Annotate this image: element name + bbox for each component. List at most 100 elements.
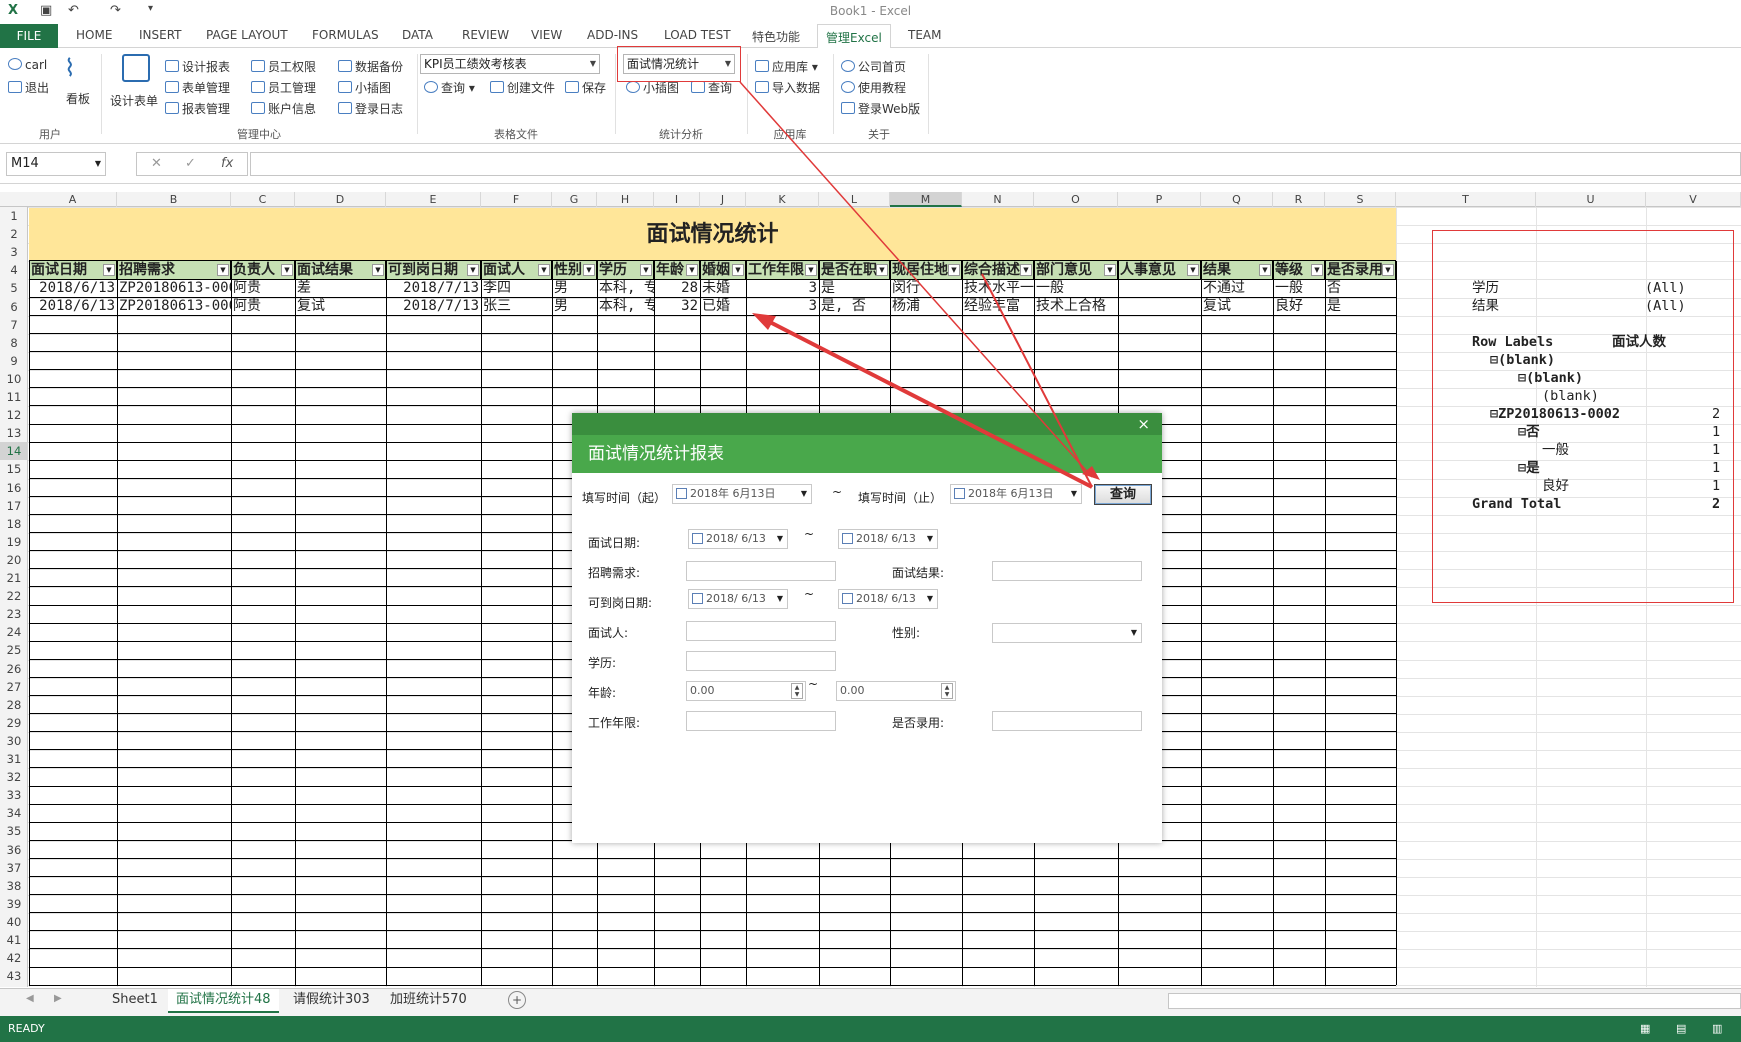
- table-cell[interactable]: 是, 否: [819, 297, 890, 315]
- column-header[interactable]: D: [295, 192, 386, 207]
- table-header-cell[interactable]: 招聘需求 ▼: [117, 261, 231, 279]
- row-header[interactable]: 4: [0, 261, 28, 279]
- row-header[interactable]: 17: [0, 497, 28, 515]
- table-cell[interactable]: 已婚: [700, 297, 746, 315]
- table-header-cell[interactable]: 面试日期 ▼: [29, 261, 117, 279]
- table-header-cell[interactable]: 可到岗日期 ▼: [386, 261, 481, 279]
- filter-dropdown-icon[interactable]: ▼: [640, 264, 652, 276]
- column-header[interactable]: I: [654, 192, 700, 207]
- column-header[interactable]: R: [1273, 192, 1325, 207]
- page-break-view-icon[interactable]: ▥: [1712, 1016, 1722, 1042]
- filter-dropdown-icon[interactable]: ▼: [538, 264, 550, 276]
- pivot-cell[interactable]: 结果: [1472, 297, 1499, 315]
- hired-input[interactable]: [992, 711, 1142, 731]
- company-home-button[interactable]: 公司首页: [841, 58, 906, 75]
- checkbox-icon[interactable]: [954, 488, 965, 499]
- row-header[interactable]: 29: [0, 714, 28, 732]
- user-button[interactable]: carl: [8, 58, 47, 72]
- table-cell[interactable]: 男: [552, 297, 597, 315]
- row-header[interactable]: 9: [0, 352, 28, 370]
- filter-dropdown-icon[interactable]: ▼: [948, 264, 960, 276]
- column-header[interactable]: N: [962, 192, 1034, 207]
- tab-load-test[interactable]: LOAD TEST: [664, 28, 731, 42]
- row-header[interactable]: 21: [0, 569, 28, 587]
- checkbox-icon[interactable]: [842, 533, 853, 544]
- horizontal-scrollbar[interactable]: [1168, 993, 1741, 1009]
- table-cell[interactable]: 良好: [1273, 297, 1325, 315]
- row-header[interactable]: 7: [0, 316, 28, 334]
- column-header[interactable]: O: [1034, 192, 1118, 207]
- filter-dropdown-icon[interactable]: ▼: [732, 264, 744, 276]
- sheet-tab-leave[interactable]: 请假统计303: [285, 989, 378, 1013]
- tutorial-button[interactable]: 使用教程: [841, 79, 906, 96]
- filter-dropdown-icon[interactable]: ▼: [1104, 264, 1116, 276]
- tab-add-ins[interactable]: ADD-INS: [587, 28, 638, 42]
- table-cell[interactable]: 技术水平一般: [962, 279, 1034, 297]
- tab-home[interactable]: HOME: [76, 28, 112, 42]
- login-log-button[interactable]: 登录日志: [338, 100, 403, 117]
- table-cell[interactable]: 否: [1325, 279, 1396, 297]
- table-cell[interactable]: ZP20180613-0002: [117, 297, 231, 315]
- formula-input[interactable]: [250, 152, 1741, 176]
- column-header[interactable]: V: [1646, 192, 1741, 207]
- row-header[interactable]: 30: [0, 732, 28, 750]
- checkbox-icon[interactable]: [692, 533, 703, 544]
- row-header[interactable]: 20: [0, 551, 28, 569]
- table-cell[interactable]: 阿贵: [231, 297, 295, 315]
- table-cell[interactable]: 一般: [1034, 279, 1118, 297]
- pivot-cell[interactable]: 一般: [1542, 441, 1569, 459]
- table-cell[interactable]: 未婚: [700, 279, 746, 297]
- filter-dropdown-icon[interactable]: ▼: [805, 264, 817, 276]
- table-cell[interactable]: 3: [746, 279, 819, 297]
- pivot-cell[interactable]: 1: [1712, 423, 1720, 441]
- row-header[interactable]: 39: [0, 895, 28, 913]
- report-mgmt-button[interactable]: 报表管理: [165, 100, 230, 117]
- table-header-cell[interactable]: 现居住地 ▼: [890, 261, 962, 279]
- filter-dropdown-icon[interactable]: ▼: [281, 264, 293, 276]
- add-sheet-icon[interactable]: +: [508, 991, 526, 1009]
- row-header[interactable]: 8: [0, 334, 28, 352]
- avail-date-to[interactable]: 2018/ 6/13 ▼: [838, 589, 938, 609]
- table-header-cell[interactable]: 性别 ▼: [552, 261, 597, 279]
- board-button[interactable]: 看板: [66, 90, 90, 107]
- pivot-cell[interactable]: (All): [1645, 297, 1686, 315]
- table-cell[interactable]: 是: [819, 279, 890, 297]
- column-header[interactable]: S: [1325, 192, 1396, 207]
- column-header[interactable]: A: [29, 192, 117, 207]
- row-header[interactable]: 28: [0, 696, 28, 714]
- row-header[interactable]: 41: [0, 931, 28, 949]
- query-button[interactable]: 查询: [1094, 484, 1152, 505]
- logout-button[interactable]: 退出: [8, 79, 49, 96]
- table-cell[interactable]: 张三: [481, 297, 552, 315]
- recruit-input[interactable]: [686, 561, 836, 581]
- table-cell[interactable]: ZP20180613-0002: [117, 279, 231, 297]
- tab-review[interactable]: REVIEW: [462, 28, 509, 42]
- tab-file[interactable]: FILE: [0, 24, 58, 48]
- pivot-cell[interactable]: 2: [1712, 405, 1720, 423]
- filter-dropdown-icon[interactable]: ▼: [217, 264, 229, 276]
- pivot-cell[interactable]: Row Labels: [1472, 333, 1553, 351]
- tab-special[interactable]: 特色功能: [752, 28, 800, 45]
- row-header[interactable]: 11: [0, 388, 28, 406]
- row-header[interactable]: 24: [0, 623, 28, 641]
- table-cell[interactable]: 2018/7/13: [386, 297, 481, 315]
- row-header[interactable]: 16: [0, 479, 28, 497]
- pivot-cell[interactable]: 1: [1712, 459, 1720, 477]
- table-cell[interactable]: [1118, 297, 1201, 315]
- tab-page-layout[interactable]: PAGE LAYOUT: [206, 28, 288, 42]
- row-header[interactable]: 43: [0, 967, 28, 985]
- row-header[interactable]: 40: [0, 913, 28, 931]
- column-header[interactable]: U: [1536, 192, 1646, 207]
- result-input[interactable]: [992, 561, 1142, 581]
- column-header[interactable]: E: [386, 192, 481, 207]
- pivot-cell[interactable]: ⊟(blank): [1518, 369, 1583, 387]
- column-header[interactable]: C: [231, 192, 295, 207]
- sheet-tab-overtime[interactable]: 加班统计570: [382, 989, 475, 1013]
- row-header[interactable]: 3: [0, 243, 28, 261]
- page-layout-view-icon[interactable]: ▤: [1676, 1016, 1686, 1042]
- row-header[interactable]: 15: [0, 460, 28, 478]
- table-cell[interactable]: 阿贵: [231, 279, 295, 297]
- column-header[interactable]: M: [890, 192, 962, 207]
- fill-end-picker[interactable]: 2018年 6月13日 ▼: [950, 484, 1082, 504]
- table-cell[interactable]: 差: [295, 279, 386, 297]
